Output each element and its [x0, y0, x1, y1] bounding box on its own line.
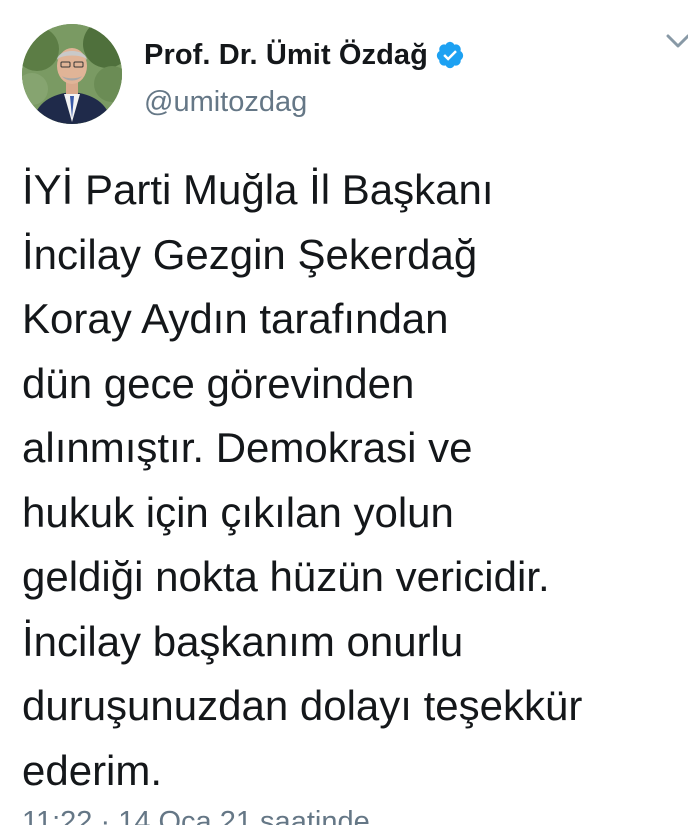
- tweet-line: İncilay Gezgin Şekerdağ: [22, 230, 478, 278]
- display-name[interactable]: Prof. Dr. Ümit Özdağ: [144, 39, 428, 72]
- tweet-line: duruşunuzdan dolayı teşekkür: [22, 682, 583, 729]
- profile-photo: [22, 24, 122, 124]
- tweet-card: Prof. Dr. Ümit Özdağ @umitozdag İYİ Part…: [0, 0, 690, 825]
- tweet-line: İncilay başkanım onurlu: [22, 617, 464, 665]
- name-row: Prof. Dr. Ümit Özdağ: [144, 38, 465, 72]
- tweet-line: Koray Aydın tarafından: [22, 295, 449, 342]
- tweet-line: alınmıştır. Demokrasi ve: [22, 424, 473, 471]
- tweet-line: geldiği nokta hüzün vericidir.: [22, 553, 550, 600]
- avatar[interactable]: [22, 24, 122, 124]
- tweet-text: İYİ Parti Muğla İl Başkanı İncilay Gezgi…: [22, 158, 690, 803]
- tweet-line: dün gece görevinden: [22, 359, 415, 407]
- tweet-timestamp[interactable]: 11:22 · 14 Oca 21 saatinde: [22, 806, 370, 825]
- tweet-line: ederim.: [22, 746, 163, 794]
- tweet-header: Prof. Dr. Ümit Özdağ @umitozdag: [22, 24, 662, 128]
- tweet-line: hukuk için çıkılan yolun: [22, 488, 454, 536]
- user-handle[interactable]: @umitozdag: [144, 86, 307, 119]
- chevron-down-icon[interactable]: [644, 18, 690, 58]
- verified-badge-icon: [435, 40, 465, 70]
- tweet-line: İYİ Parti Muğla İl Başkanı: [22, 166, 494, 213]
